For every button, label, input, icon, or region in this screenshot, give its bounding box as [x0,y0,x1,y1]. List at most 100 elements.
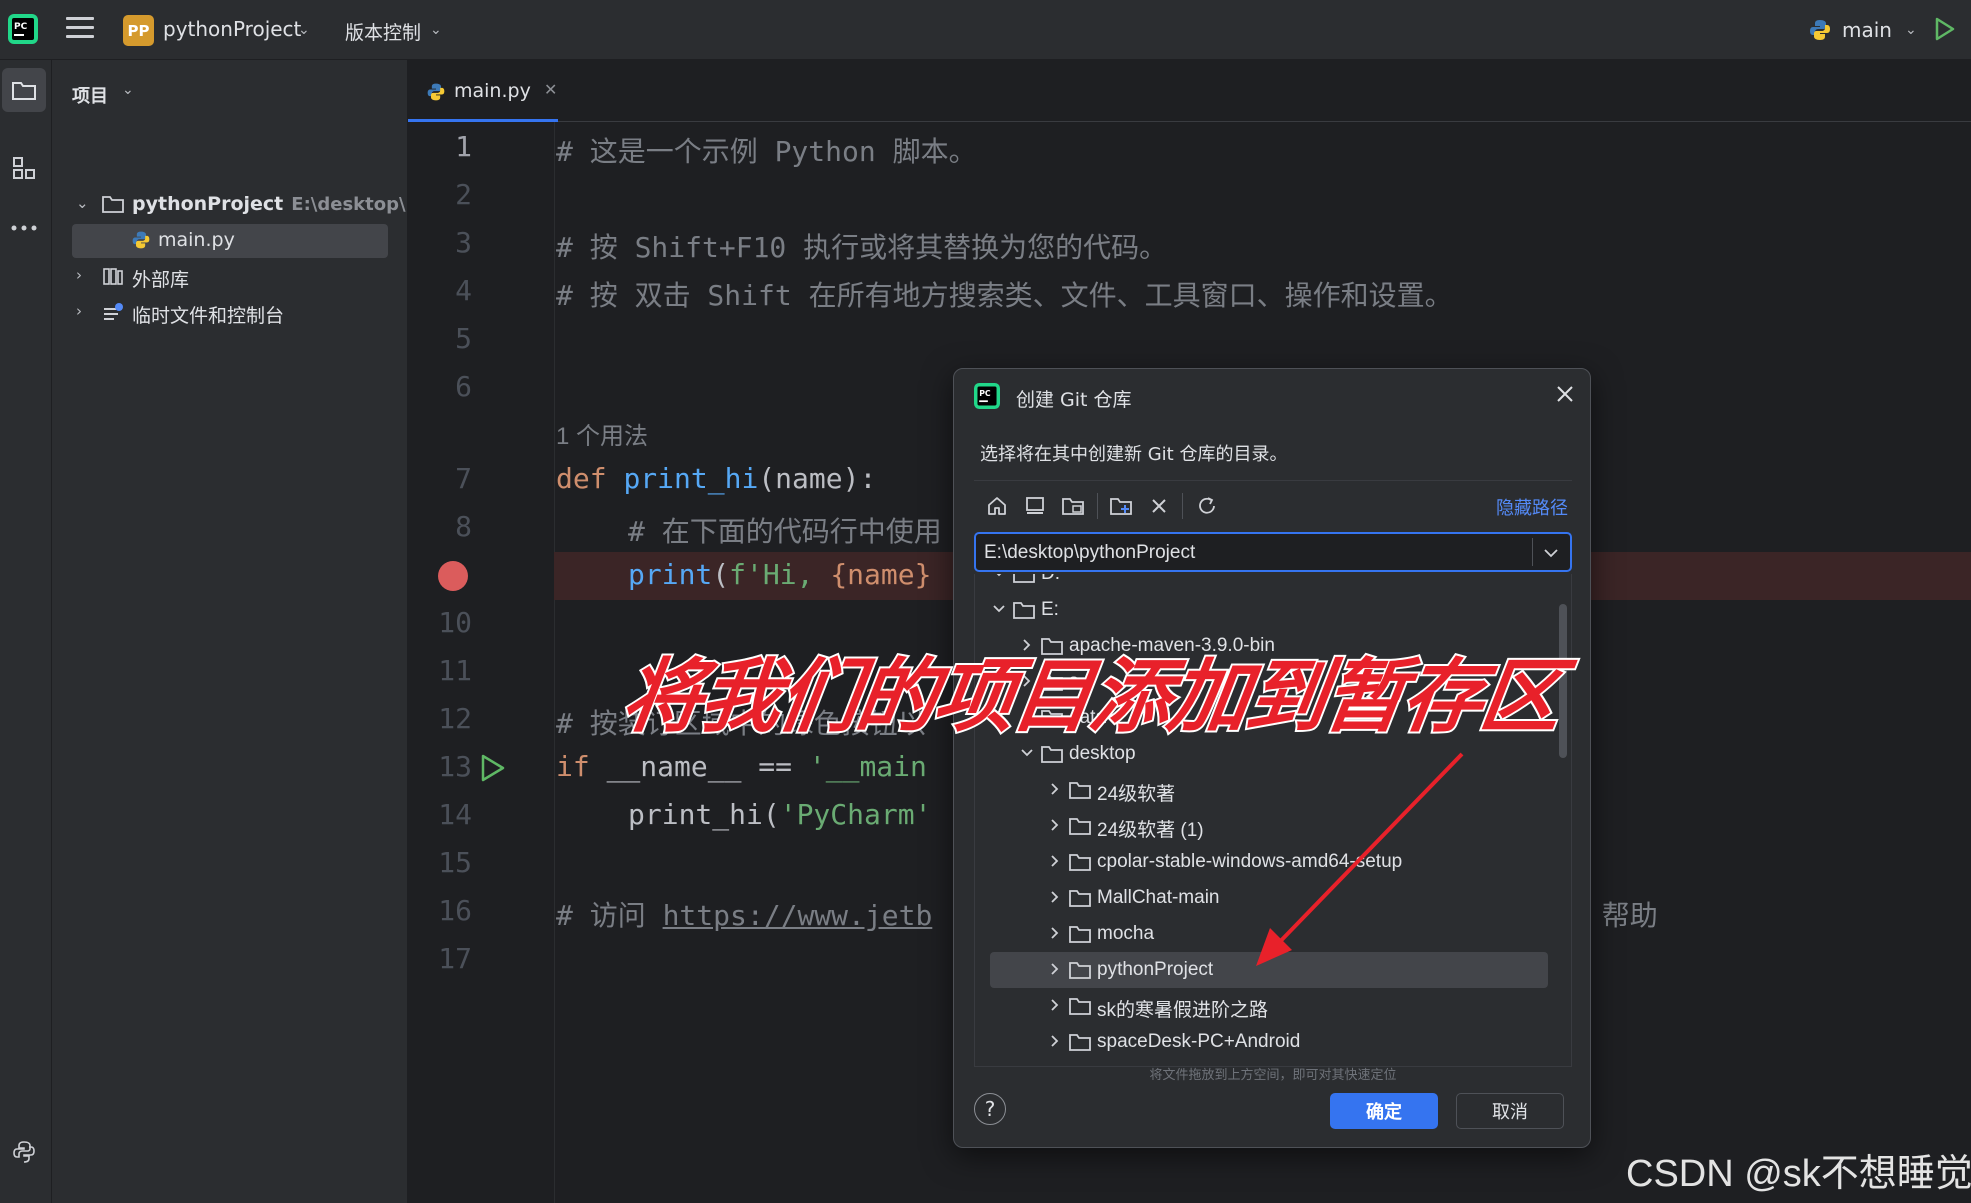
ok-button[interactable]: 确定 [1330,1093,1438,1129]
folder-icon [1069,962,1091,979]
tree-item-scratches[interactable]: › 临时文件和控制台 [52,296,407,330]
help-button[interactable]: ? [974,1093,1006,1125]
chevron-down-icon[interactable]: ⌄ [430,22,442,38]
tree-item-drive-d[interactable]: D: [975,574,1571,592]
chevron-right-icon[interactable] [1047,997,1063,1013]
chevron-down-icon[interactable] [1540,542,1562,564]
project-badge[interactable]: PP [123,15,154,46]
tree-item-drive-e[interactable]: E: [975,592,1571,628]
tree-item-label: spaceDesk-PC+Android [1097,1031,1301,1052]
chevron-right-icon[interactable]: › [76,266,82,284]
project-tool-button[interactable] [2,68,46,112]
folder-icon [1069,926,1091,943]
chevron-down-icon[interactable] [991,601,1007,617]
folder-icon [12,82,36,100]
project-switcher[interactable]: pythonProject [163,17,301,41]
vcs-menu[interactable]: 版本控制 [345,18,421,45]
folder-icon [1069,998,1091,1015]
cancel-button[interactable]: 取消 [1456,1093,1564,1129]
tree-item-folder[interactable]: sk的寒暑假进阶之路 [975,988,1571,1024]
path-input[interactable] [984,540,1524,566]
code-text: (name): [758,462,877,495]
chevron-down-icon[interactable]: ⌄ [76,194,89,212]
line-number: 17 [438,942,472,975]
more-icon [11,225,37,231]
tree-item-label: E: [1041,599,1059,620]
line-number: 1 [455,130,472,163]
project-folder-button[interactable] [1058,491,1088,521]
chevron-right-icon[interactable] [1047,781,1063,797]
pycharm-icon[interactable]: PC [8,14,38,44]
close-icon[interactable] [1554,383,1576,405]
function-call: print_hi( [628,798,780,831]
chevron-down-icon[interactable]: ⌄ [122,82,134,98]
refresh-icon [1199,497,1215,514]
svg-text:PC: PC [14,22,28,32]
tree-item-label: 24级软著 [1097,784,1176,805]
code-link[interactable]: https://www.jetb [663,899,933,932]
code-line[interactable]: 3 # 按 Shift+F10 执行或将其替换为您的代码。 [408,220,1971,268]
chevron-right-icon[interactable] [1047,925,1063,941]
line-number: 14 [438,798,472,831]
project-folder-icon [1062,498,1084,515]
python-console-button[interactable] [2,1130,46,1174]
refresh-button[interactable] [1192,491,1222,521]
hamburger-menu-icon[interactable] [66,17,94,41]
run-icon[interactable] [1934,16,1956,42]
tree-item-folder[interactable]: spaceDesk-PC+Android [975,1024,1571,1060]
toolbar-separator [1097,493,1098,519]
chevron-right-icon[interactable] [1047,961,1063,977]
string-literal: f'Hi, [729,558,831,591]
breakpoint-icon[interactable] [438,561,468,591]
chevron-right-icon[interactable] [1047,853,1063,869]
code-line[interactable]: 5 [408,316,1971,364]
structure-tool-button[interactable] [2,146,46,190]
chevron-right-icon[interactable] [1047,889,1063,905]
divider [1532,538,1533,566]
code-line[interactable]: 2 [408,172,1971,220]
desktop-button[interactable] [1020,491,1050,521]
run-icon[interactable] [480,753,506,783]
usage-hint[interactable]: 1 个用法 [556,416,648,451]
annotation-arrow [1256,752,1464,966]
dialog-title: 创建 Git 仓库 [1016,389,1132,411]
line-number: 3 [455,226,472,259]
tree-item-project-root[interactable]: ⌄ pythonProject E:\desktop\py [52,188,407,222]
code-line[interactable]: 1 # 这是一个示例 Python 脚本。 [408,124,1971,172]
scratches-icon [104,303,123,320]
project-panel-title[interactable]: 项目 [72,82,108,108]
tree-item-label: pythonProject [1097,959,1214,980]
svg-text:PC: PC [979,389,991,398]
tab-main-py[interactable]: main.py ✕ [408,60,558,122]
chevron-right-icon[interactable]: › [76,302,82,320]
hide-path-link[interactable]: 隐藏路径 [1496,494,1568,520]
chevron-right-icon[interactable] [1047,1033,1063,1049]
chevron-down-icon[interactable]: ⌄ [1905,22,1917,38]
path-field[interactable] [974,532,1572,572]
tree-item-external-libraries[interactable]: › 外部库 [52,260,407,294]
project-panel: 项目 ⌄ ⌄ pythonProject E:\desktop\py main.p… [52,60,408,1203]
folder-icon [1069,782,1091,799]
new-folder-button[interactable] [1106,491,1136,521]
chevron-down-icon[interactable]: ⌄ [298,22,310,38]
watermark: CSDN @sk不想睡觉 [1626,1153,1971,1195]
home-button[interactable] [982,491,1012,521]
delete-button[interactable] [1144,491,1174,521]
branch-selector[interactable]: main [1842,18,1892,42]
line-number: 11 [438,654,472,687]
keyword-def: def [556,462,607,495]
chevron-right-icon[interactable] [1047,817,1063,833]
keyword-if: if [556,750,590,783]
folder-icon [1013,574,1035,583]
more-tool-windows-button[interactable] [2,206,46,250]
close-icon[interactable]: ✕ [544,80,557,99]
tab-label: main.py [454,80,531,102]
chevron-down-icon[interactable] [991,574,1007,581]
tree-item-main-py[interactable]: main.py [52,224,407,258]
tree-item-label: D: [1041,574,1060,585]
line-number: 13 [438,750,472,783]
title-bar: PC PP pythonProject ⌄ 版本控制 ⌄ main ⌄ [0,0,1971,60]
annotation-banner: 将我们的项目添加到暂存区 [615,648,1568,745]
line-number: 12 [438,702,472,735]
code-line[interactable]: 4 # 按 双击 Shift 在所有地方搜索类、文件、工具窗口、操作和设置。 [408,268,1971,316]
